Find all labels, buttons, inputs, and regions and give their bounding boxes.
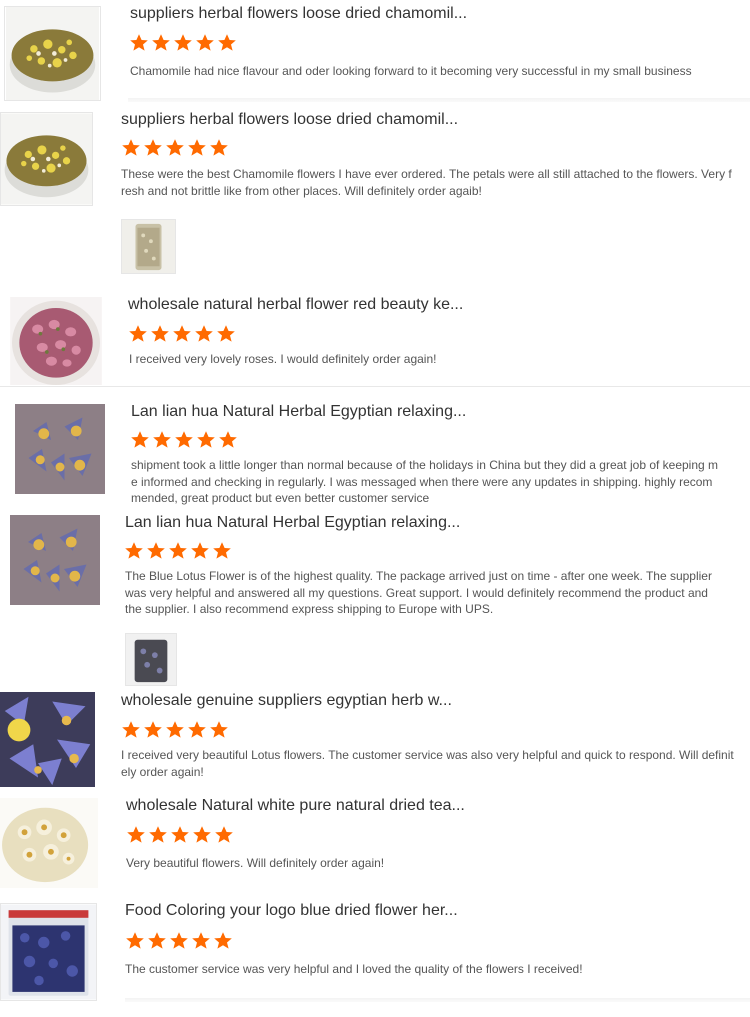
product-thumbnail[interactable] — [0, 112, 93, 206]
review-text: I received very lovely roses. I would de… — [129, 352, 437, 366]
star-icon — [187, 720, 207, 740]
star-icon — [169, 931, 189, 951]
star-icon — [174, 430, 194, 450]
star-rating — [126, 825, 234, 845]
butterfly-pea-bag-image — [1, 904, 96, 1000]
product-thumbnail[interactable] — [10, 515, 100, 605]
review-photo[interactable] — [125, 633, 177, 686]
star-icon — [128, 324, 148, 344]
star-icon — [170, 825, 190, 845]
star-icon — [151, 33, 171, 53]
review-text: Chamomile had nice flavour and oder look… — [130, 64, 692, 78]
divider — [125, 998, 750, 1002]
star-icon — [216, 324, 236, 344]
star-icon — [172, 324, 192, 344]
star-icon — [212, 541, 232, 561]
star-icon — [129, 33, 149, 53]
star-icon — [165, 720, 185, 740]
star-icon — [217, 33, 237, 53]
star-icon — [173, 33, 193, 53]
product-thumbnail[interactable] — [0, 903, 97, 1001]
divider — [128, 98, 750, 102]
product-title-link[interactable]: suppliers herbal flowers loose dried cha… — [130, 5, 467, 23]
star-icon — [214, 825, 234, 845]
review-text: These were the best Chamomile flowers I … — [121, 167, 732, 198]
star-rating — [121, 720, 229, 740]
star-icon — [190, 541, 210, 561]
review-text: I received very beautiful Lotus flowers.… — [121, 748, 734, 779]
chamomile-bowl-image — [1, 113, 92, 205]
star-icon — [130, 430, 150, 450]
star-icon — [150, 324, 170, 344]
product-thumbnail[interactable] — [4, 6, 101, 101]
star-icon — [143, 720, 163, 740]
white-flowers-image — [0, 798, 98, 888]
review-text: The Blue Lotus Flower is of the highest … — [125, 569, 712, 616]
star-icon — [187, 138, 207, 158]
star-icon — [168, 541, 188, 561]
star-icon — [209, 138, 229, 158]
star-icon — [196, 430, 216, 450]
product-thumbnail[interactable] — [15, 404, 105, 494]
review-text: shipment took a little longer than norma… — [131, 458, 719, 505]
product-thumbnail[interactable] — [0, 798, 98, 888]
star-icon — [121, 720, 141, 740]
product-title-link[interactable]: Food Coloring your logo blue dried flowe… — [125, 902, 458, 920]
divider — [0, 386, 750, 387]
star-rating — [124, 541, 232, 561]
star-icon — [191, 931, 211, 951]
product-title-link[interactable]: Lan lian hua Natural Herbal Egyptian rel… — [125, 514, 460, 532]
star-icon — [126, 825, 146, 845]
jar-photo-image — [122, 220, 175, 273]
star-icon — [152, 430, 172, 450]
star-icon — [124, 541, 144, 561]
star-icon — [194, 324, 214, 344]
product-title-link[interactable]: wholesale Natural white pure natural dri… — [126, 797, 465, 815]
star-icon — [147, 931, 167, 951]
star-icon — [218, 430, 238, 450]
star-icon — [213, 931, 233, 951]
star-icon — [192, 825, 212, 845]
blue-lotus-image — [10, 515, 100, 605]
product-thumbnail[interactable] — [10, 297, 102, 385]
star-icon — [121, 138, 141, 158]
star-icon — [148, 825, 168, 845]
rose-buds-bowl-image — [10, 297, 102, 385]
lotus-closeup-image — [0, 692, 95, 787]
product-title-link[interactable]: wholesale genuine suppliers egyptian her… — [121, 692, 452, 710]
star-icon — [195, 33, 215, 53]
review-text: Very beautiful flowers. Will definitely … — [126, 856, 385, 870]
blue-lotus-image — [15, 404, 105, 494]
star-rating — [129, 33, 237, 53]
star-rating — [128, 324, 236, 344]
package-photo-image — [126, 634, 176, 685]
star-icon — [125, 931, 145, 951]
chamomile-bowl-image — [6, 7, 99, 100]
product-title-link[interactable]: Lan lian hua Natural Herbal Egyptian rel… — [131, 403, 466, 421]
product-title-link[interactable]: suppliers herbal flowers loose dried cha… — [121, 111, 458, 129]
star-rating — [130, 430, 238, 450]
star-rating — [121, 138, 229, 158]
star-icon — [143, 138, 163, 158]
star-icon — [209, 720, 229, 740]
review-photo[interactable] — [121, 219, 176, 274]
star-rating — [125, 931, 233, 951]
star-icon — [165, 138, 185, 158]
product-thumbnail[interactable] — [0, 692, 95, 787]
review-text: The customer service was very helpful an… — [125, 962, 583, 976]
star-icon — [146, 541, 166, 561]
product-title-link[interactable]: wholesale natural herbal flower red beau… — [128, 296, 463, 314]
